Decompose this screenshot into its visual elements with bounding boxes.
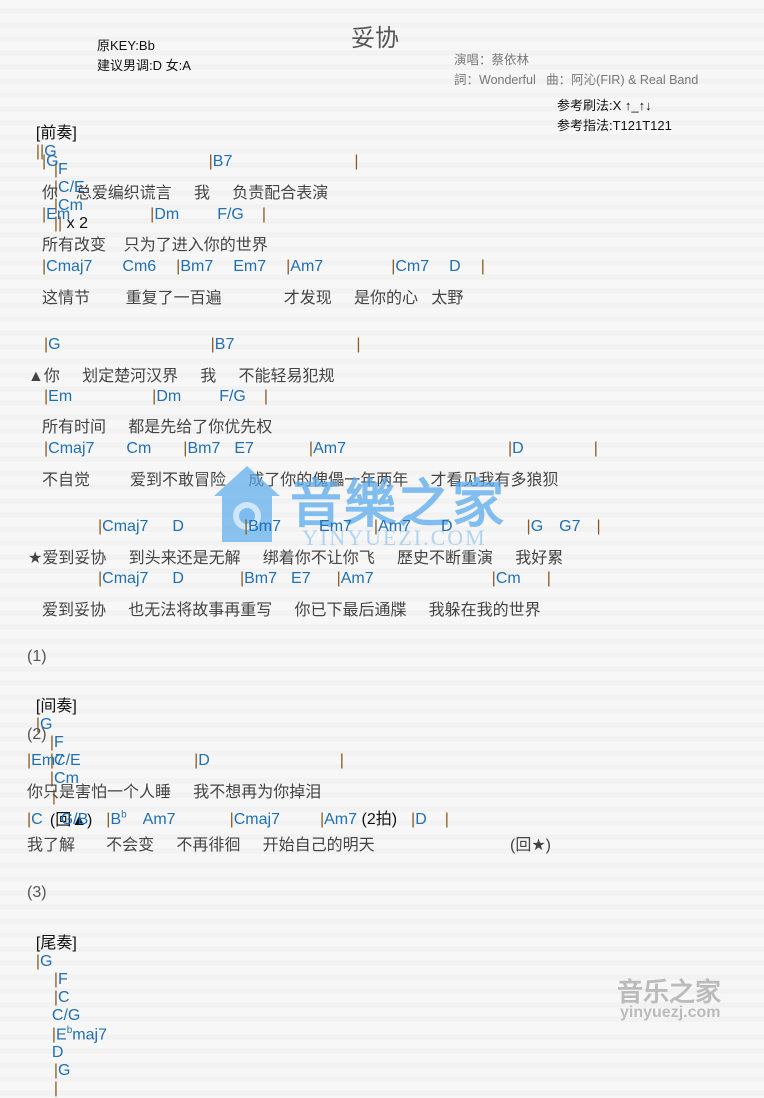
section-marker: (1) <box>27 648 47 665</box>
chord-line: |C G/B |Bb Am7 |Cmaj7 |Am7 (2拍) |D | <box>27 809 449 828</box>
return-marker: (回★) <box>510 837 552 854</box>
chord-line: |G |B7 | <box>42 153 359 170</box>
chord-line: |Em |Dm F/G | <box>44 388 269 405</box>
chord: F <box>54 734 64 751</box>
lyric-line: 所有时间 都是先给了你优先权 <box>42 419 273 436</box>
lyric-line: ★爱到妥协 到头来还是无解 绑着你不让你飞 歷史不断重演 我好累 <box>28 550 564 567</box>
suggested-key: 建议男调:D 女:A <box>97 58 191 73</box>
chord-line: |Cmaj7 D |Bm7 E7 |Am7 |Cm | <box>98 570 551 587</box>
footer-url: yinyuezj.com <box>620 1004 721 1021</box>
chord-line: |Em |Dm F/G | <box>42 206 267 223</box>
lyric-line: 我了解 不会变 不再徘徊 开始自己的明天 <box>27 837 375 854</box>
original-key: 原KEY:Bb <box>97 38 155 53</box>
chord-line: |G |B7 | <box>44 336 361 353</box>
strum-pattern: 参考刷法:X ↑_↑↓ <box>557 98 652 113</box>
lyric-line: 这情节 重复了一百遍 才发现 是你的心 太野 <box>42 290 464 307</box>
chord-line: |Cmaj7 Cm |Bm7 E7 |Am7 |D | <box>44 440 598 457</box>
section-marker: (2) <box>27 726 47 743</box>
credits: 詞：Wonderful 曲：阿沁(FIR) & Real Band <box>454 73 699 87</box>
song-title: 妥协 <box>351 25 399 52</box>
lyric-line: 爱到妥协 也无法将故事再重写 你已下最后通牒 我躲在我的世界 <box>42 602 541 619</box>
intro-label: [前奏] <box>35 125 77 142</box>
lyric-line: 你只是害怕一个人睡 我不想再为你掉泪 <box>27 784 322 801</box>
outro-line: [尾奏] |G |F |C C/G |Ebmaj7 D |G | <box>35 935 107 1098</box>
pick-pattern: 参考指法:T121T121 <box>557 118 672 133</box>
chord-line: |Em7 |D | <box>27 752 344 769</box>
lyric-line: 所有改变 只为了进入你的世界 <box>42 237 268 254</box>
singer: 演唱：蔡依林 <box>454 53 530 67</box>
chord-line: |Cmaj7 D |Bm7 Em7 |Am7 D |G G7 | <box>98 518 601 535</box>
lyric-line: ▲你 划定楚河汉界 我 不能轻易犯规 <box>28 368 335 385</box>
lyric-line: 你 总爱编织谎言 我 负责配合表演 <box>42 185 329 202</box>
chord-line: |Cmaj7 Cm6 |Bm7 Em7 |Am7 |Cm7 D | <box>42 258 485 275</box>
section-marker: (3) <box>27 884 47 901</box>
